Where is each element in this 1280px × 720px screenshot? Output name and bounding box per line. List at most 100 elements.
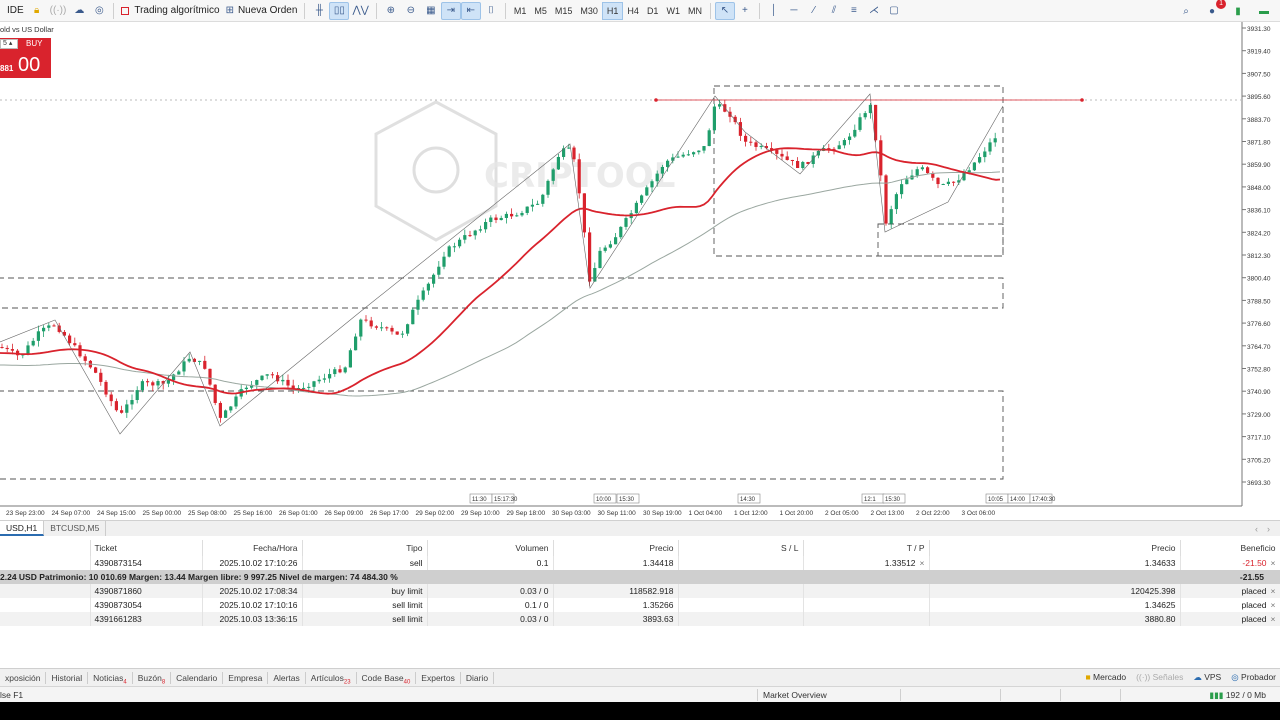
rectangle-icon[interactable]: ▢ — [884, 2, 904, 20]
tab-alerts[interactable]: Alertas — [268, 671, 306, 684]
tabs-scroll-left-icon[interactable]: ‹ — [1255, 524, 1258, 534]
header-type[interactable]: Tipo — [302, 540, 428, 556]
tab-experts[interactable]: Expertos — [416, 671, 461, 684]
cell-sl[interactable] — [678, 556, 804, 570]
cursor-icon[interactable]: ↖ — [714, 1, 735, 20]
cell-tp[interactable] — [803, 584, 930, 598]
tab-calendar[interactable]: Calendario — [171, 671, 224, 684]
crosshair-icon[interactable]: + — [735, 2, 755, 20]
header-profit[interactable]: Beneficio — [1180, 540, 1280, 556]
bar-chart-icon[interactable]: ╫ — [309, 2, 329, 20]
candle-body — [208, 368, 212, 385]
chart-tab-active[interactable]: USD,H1 — [0, 521, 45, 536]
signals-button[interactable]: ((·)) Señales — [1136, 672, 1183, 683]
tab-mailbox[interactable]: Buzón8 — [133, 671, 172, 685]
header-price[interactable]: Precio — [553, 540, 679, 556]
chart-shift-icon[interactable]: ⇤ — [460, 1, 481, 20]
notifications-icon[interactable]: ● 1 — [1202, 0, 1226, 20]
chart-tab-btcusd[interactable]: BTCUSD,M5 — [44, 521, 107, 536]
close-position-icon[interactable]: × — [1271, 558, 1276, 568]
candle-body — [754, 142, 758, 147]
price-chart[interactable]: 3931.30 3919.40 3907.50 3895.60 3883.70 3871.… — [0, 22, 1280, 520]
tabs-scroll-right-icon[interactable]: › — [1267, 524, 1270, 534]
timeframe-mn[interactable]: MN — [684, 2, 706, 20]
cell-tp[interactable] — [803, 598, 930, 612]
cell-tp[interactable] — [803, 612, 930, 626]
tester-button[interactable]: ◎ Probador — [1231, 672, 1276, 683]
candle-body — [359, 319, 363, 337]
cell-tp[interactable]: 1.33512 × — [803, 556, 930, 570]
screenshot-icon[interactable]: ⌷ — [481, 2, 501, 20]
tab-company[interactable]: Empresa — [223, 671, 269, 684]
timeframe-m30[interactable]: M30 — [576, 2, 602, 20]
tab-history[interactable]: Historial — [46, 671, 89, 684]
cancel-order-icon[interactable]: × — [1271, 586, 1276, 596]
candle-body — [515, 215, 519, 217]
candle-body — [478, 229, 482, 231]
horizontal-line-icon[interactable]: ─ — [784, 2, 804, 20]
timeframe-d1[interactable]: D1 — [643, 2, 663, 20]
shapes-icon[interactable]: ⋌ — [864, 2, 884, 20]
grid-icon[interactable]: ▦ — [421, 2, 441, 20]
candle-body — [0, 347, 4, 348]
notification-badge: 1 — [1216, 0, 1226, 9]
header-time[interactable]: Fecha/Hora — [202, 540, 303, 556]
fibonacci-icon[interactable]: ≡ — [844, 2, 864, 20]
timeframe-h1[interactable]: H1 — [601, 1, 624, 20]
timeframe-m5[interactable]: M5 — [530, 2, 551, 20]
vertical-line-icon[interactable]: │ — [764, 2, 784, 20]
candlestick-icon[interactable]: ▯▯ — [329, 1, 350, 20]
header-sl[interactable]: S / L — [678, 540, 804, 556]
header-tp[interactable]: T / P — [803, 540, 930, 556]
tab-journal[interactable]: Diario — [461, 671, 495, 684]
search-icon[interactable]: ⌕ — [1176, 2, 1196, 20]
table-row[interactable]: 4390871860 2025.10.02 17:08:34 buy limit… — [0, 584, 1280, 598]
header-current-price[interactable]: Precio — [929, 540, 1181, 556]
connection-icon[interactable]: ▬ — [1254, 2, 1274, 20]
status-market-overview[interactable]: Market Overview — [763, 690, 827, 700]
zoom-in-icon[interactable]: ⊕ — [381, 2, 401, 20]
one-click-buy-button[interactable]: 5 ▴ BUY 881 00 — [0, 38, 51, 78]
timeframe-w1[interactable]: W1 — [662, 2, 684, 20]
cell-sl[interactable] — [678, 584, 804, 598]
tab-articles[interactable]: Artículos23 — [306, 671, 357, 685]
channel-icon[interactable]: ⫽ — [824, 2, 844, 20]
timeframe-m1[interactable]: M1 — [510, 2, 531, 20]
tab-code-base[interactable]: Code Base40 — [357, 671, 417, 685]
cell-sl[interactable] — [678, 598, 804, 612]
vps-button[interactable]: ☁ VPS — [1193, 672, 1221, 683]
globe-icon[interactable]: ◎ — [89, 2, 109, 20]
table-row[interactable]: 4390873154 2025.10.02 17:10:26 sell 0.1 … — [0, 556, 1280, 570]
tab-news[interactable]: Noticias4 — [88, 671, 133, 685]
ide-button[interactable]: IDE — [4, 2, 27, 20]
time-tick-label: 3 Oct 06:00 — [962, 510, 996, 517]
table-row[interactable]: 4391661283 2025.10.03 13:36:15 sell limi… — [0, 612, 1280, 626]
timeframe-m15[interactable]: M15 — [551, 2, 577, 20]
candle-body — [811, 155, 815, 164]
network-icon[interactable]: ▮ — [1228, 2, 1248, 20]
tab-exposure[interactable]: xposición — [0, 671, 47, 684]
chart-canvas[interactable]: 3931.30 3919.40 3907.50 3895.60 3883.70 3871.… — [0, 22, 1280, 520]
cell-type: sell limit — [302, 612, 428, 626]
timeframe-h4[interactable]: H4 — [623, 2, 643, 20]
table-row[interactable]: 4390873054 2025.10.02 17:10:16 sell limi… — [0, 598, 1280, 612]
volume-spinner[interactable]: 5 ▴ — [0, 39, 18, 49]
cancel-order-icon[interactable]: × — [1271, 600, 1276, 610]
line-chart-icon[interactable]: ⋀⋁ — [349, 2, 371, 20]
algo-trading-button[interactable]: Trading algorítmico — [118, 2, 222, 20]
signal-icon[interactable]: ((·)) — [47, 2, 70, 20]
cloud-icon[interactable]: ☁ — [69, 2, 89, 20]
candle-body — [244, 387, 248, 390]
cancel-order-icon[interactable]: × — [1271, 614, 1276, 624]
cell-sl[interactable] — [678, 612, 804, 626]
autoscroll-icon[interactable]: ⇥ — [440, 1, 461, 20]
trendline-icon[interactable]: ⁄ — [804, 2, 824, 20]
remove-tp-icon[interactable]: × — [920, 558, 925, 568]
new-order-button[interactable]: ⊞ Nueva Orden — [223, 2, 301, 20]
header-ticket[interactable]: Ticket — [90, 540, 203, 556]
lock-icon[interactable]: 🔒︎ — [27, 2, 47, 20]
zoom-out-icon[interactable]: ⊖ — [401, 2, 421, 20]
header-volume[interactable]: Volumen — [427, 540, 554, 556]
candle-body — [863, 113, 867, 118]
market-button[interactable]: ■ Mercado — [1086, 672, 1127, 683]
